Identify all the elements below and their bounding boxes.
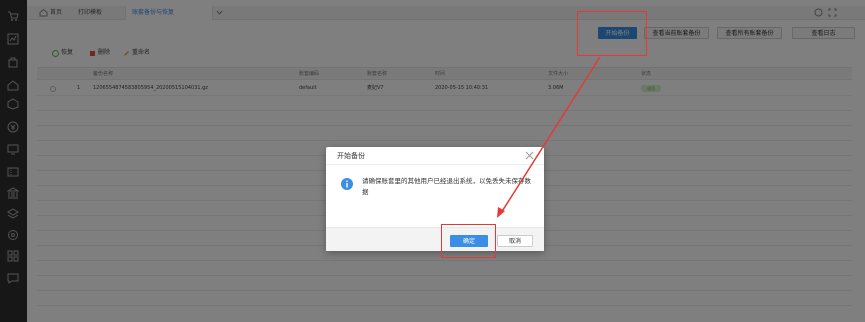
dialog-title: 开始备份 [337,152,365,160]
close-icon[interactable] [525,151,534,160]
backup-dialog: 开始备份 请确保账套里的其他用户已经退出系统，以免丢失未保存数据 确定 取消 [326,147,544,251]
highlight-box-confirm [441,224,496,258]
highlight-box-start-backup [577,11,647,56]
dialog-message: 请确保账套里的其他用户已经退出系统，以免丢失未保存数据 [362,177,531,196]
cancel-button[interactable]: 取消 [497,235,533,247]
info-icon [341,178,353,190]
dialog-header: 开始备份 [326,147,544,165]
dialog-footer: 确定 取消 [326,227,544,251]
